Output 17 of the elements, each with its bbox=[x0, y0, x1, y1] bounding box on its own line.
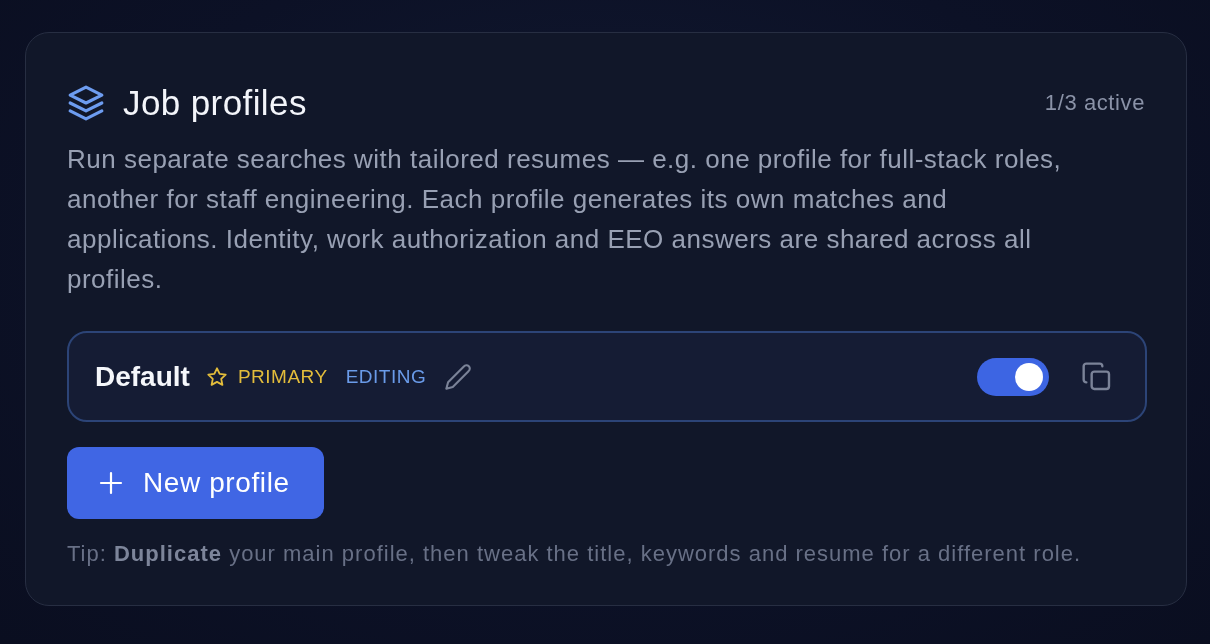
tip-text: Tip: Duplicate your main profile, then tweak the title, keywords and resume for a different role. bbox=[67, 541, 1083, 567]
card-title: Job profiles bbox=[123, 83, 307, 123]
active-count: 1/3 active bbox=[1044, 90, 1145, 116]
star-icon bbox=[205, 365, 228, 388]
profile-name: Default bbox=[95, 360, 190, 393]
copy-icon bbox=[1081, 360, 1113, 393]
new-profile-label: New profile bbox=[143, 467, 290, 499]
primary-label: PRIMARY bbox=[237, 365, 328, 388]
plus-icon bbox=[99, 471, 123, 495]
profile-toggle[interactable] bbox=[977, 357, 1049, 396]
layers-icon bbox=[67, 84, 105, 122]
duplicate-button[interactable] bbox=[1081, 360, 1113, 393]
editing-label: EDITING bbox=[345, 365, 427, 388]
pencil-icon bbox=[444, 362, 473, 391]
new-profile-button[interactable]: New profile bbox=[67, 447, 324, 519]
edit-button[interactable] bbox=[444, 362, 473, 391]
card-description: Run separate searches with tailored resumes — e.g. one profile for full-stack roles, another for staff engineering. Each profile generates its own matches and applications. Identity, work authorization and EEO answers are shared across all profiles. bbox=[67, 143, 1063, 296]
